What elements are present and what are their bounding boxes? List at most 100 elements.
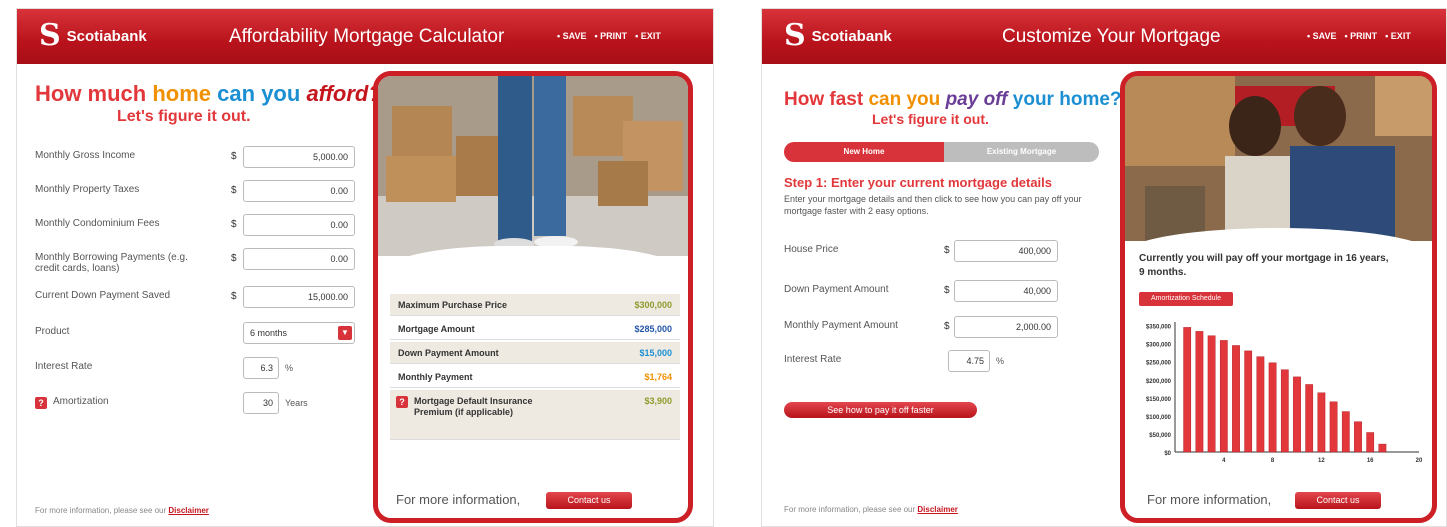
page-subheadline: Let's figure it out. [872,111,989,127]
y-tick-label: $200,000 [1146,379,1172,385]
field-house-price: House Price $ [762,239,1092,265]
chart-bar [1293,376,1301,453]
down-payment-amount-input[interactable] [954,280,1058,302]
exit-link[interactable]: • EXIT [1385,31,1411,41]
app-title: Customize Your Mortgage [1002,26,1221,47]
print-link[interactable]: • PRINT [595,31,628,41]
amortization-chart: $0 $50,000 $100,000 $150,000 $200,000 $250,00… [1146,322,1423,464]
couple-image [1125,76,1432,241]
chart-bar [1183,327,1192,453]
y-tick-label: $0 [1164,451,1171,457]
page-headline: How much home can you afford? [35,81,382,106]
y-tick-label: $350,000 [1146,325,1172,331]
x-tick-label: 8 [1271,458,1275,464]
monthly-payment-amount-input[interactable] [954,316,1058,338]
top-links: • SAVE • PRINT • EXIT [557,31,661,41]
app-title: Affordability Mortgage Calculator [229,26,505,47]
chart-bar [1280,369,1289,453]
y-tick-label: $250,000 [1146,361,1172,367]
field-monthly-gross-income: Monthly Gross Income $ [17,145,355,171]
field-monthly-borrowing-payments: Monthly Borrowing Payments (e.g. credit … [17,247,355,277]
header-bar: S Scotiabank Affordability Mortgage Calc… [17,9,713,64]
interest-rate-input[interactable] [243,357,279,379]
chevron-down-icon: ▼ [338,326,352,340]
boxes-photo [378,76,688,256]
x-tick-label: 4 [1222,458,1226,464]
amortization-input[interactable] [243,392,279,414]
y-tick-label: $50,000 [1149,433,1171,439]
disclaimer-footer: For more information, please see our Dis… [784,505,958,514]
more-info-text: For more information, [1147,492,1272,507]
help-icon[interactable]: ? [396,396,408,408]
down-payment-saved-input[interactable] [243,286,355,308]
product-select[interactable]: 6 months ▼ [243,322,355,344]
result-row-down-payment: Down Payment Amount $15,000 [390,342,680,364]
field-interest-rate: Interest Rate % [762,349,1092,375]
results-table: Maximum Purchase Price $300,000 Mortgage… [390,294,680,454]
contact-us-button[interactable]: Contact us [546,492,632,509]
page-headline: How fast can you pay off your home? [784,89,1122,110]
brand-name: Scotiabank [811,27,892,45]
step-title: Step 1: Enter your current mortgage deta… [784,175,1053,190]
monthly-property-taxes-input[interactable] [243,180,355,202]
header-bar: S Scotiabank Customize Your Mortgage • S… [762,9,1446,64]
monthly-borrowing-payments-input[interactable] [243,248,355,270]
field-interest-rate: Interest Rate % [17,356,347,382]
step-description: Enter your mortgage details and then cli… [784,194,1082,216]
field-amortization: ? Amortization Years [17,391,347,417]
scotiabank-s-icon: S [784,18,806,53]
chart-bar [1219,340,1228,453]
contact-us-button[interactable]: Contact us [1295,492,1381,509]
x-tick-label: 20 [1416,458,1423,464]
x-tick-label: 16 [1367,458,1374,464]
payoff-card: Currently you will pay off your mortgage… [1120,71,1437,523]
chart-bar [1317,392,1326,453]
chart-bar [1354,421,1362,453]
results-card: Maximum Purchase Price $300,000 Mortgage… [373,71,693,523]
field-product: Product 6 months ▼ [17,321,355,347]
tab-new-home[interactable]: New Home [784,142,944,162]
help-icon[interactable]: ? [35,397,47,409]
disclaimer-footer: For more information, please see our Dis… [35,506,209,515]
page-subheadline: Let's figure it out. [117,108,251,125]
interest-rate-input[interactable] [948,350,990,372]
chart-bar [1329,401,1338,453]
field-monthly-payment-amount: Monthly Payment Amount $ [762,315,1092,341]
chart-bar [1207,335,1216,453]
result-row-mortgage-amount: Mortgage Amount $285,000 [390,318,680,340]
result-row-max-price: Maximum Purchase Price $300,000 [390,294,680,316]
chart-bar [1232,345,1240,453]
chart-bar [1268,362,1277,453]
chart-bar [1341,411,1350,453]
brand-name: Scotiabank [66,27,147,45]
monthly-gross-income-input[interactable] [243,146,355,168]
house-price-input[interactable] [954,240,1058,262]
monthly-condo-fees-input[interactable] [243,214,355,236]
amortization-schedule-button[interactable]: Amortization Schedule [1139,292,1233,306]
disclaimer-link[interactable]: Disclaimer [917,505,957,514]
y-tick-label: $300,000 [1146,343,1172,349]
tab-existing-mortgage[interactable]: Existing Mortgage [944,142,1099,162]
result-row-insurance-premium: ? Mortgage Default Insurance Premium (if… [390,390,680,440]
result-row-monthly-payment: Monthly Payment $1,764 [390,366,680,388]
field-down-payment-amount: Down Payment Amount $ [762,279,1092,305]
disclaimer-link[interactable]: Disclaimer [168,506,208,515]
payoff-summary: Currently you will pay off your mortgage… [1139,253,1389,278]
top-links: • SAVE • PRINT • EXIT [1307,31,1411,41]
y-tick-label: $100,000 [1146,415,1172,421]
customize-mortgage-panel: S Scotiabank Customize Your Mortgage • S… [761,8,1447,527]
affordability-calculator-panel: S Scotiabank Affordability Mortgage Calc… [16,8,714,527]
chart-bar [1366,432,1375,453]
save-link[interactable]: • SAVE [1307,31,1337,41]
chart-bar [1305,384,1314,453]
chart-bar [1256,356,1265,453]
save-link[interactable]: • SAVE [557,31,587,41]
chart-bar [1195,331,1204,453]
x-tick-label: 12 [1318,458,1325,464]
print-link[interactable]: • PRINT [1345,31,1378,41]
scotiabank-logo: S Scotiabank [784,18,892,53]
pay-off-faster-button[interactable]: See how to pay it off faster [784,402,977,418]
y-tick-label: $150,000 [1146,397,1172,403]
couple-photo [1125,76,1432,241]
exit-link[interactable]: • EXIT [635,31,661,41]
